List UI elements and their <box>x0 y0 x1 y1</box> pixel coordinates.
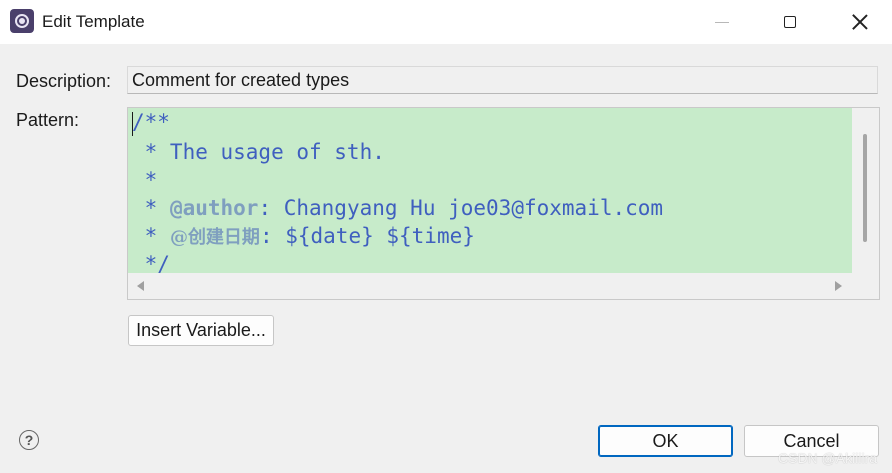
close-icon <box>852 14 868 30</box>
pattern-editor[interactable]: /** * The usage of sth. * * @author: Cha… <box>127 107 880 300</box>
pattern-line: /** <box>132 108 170 136</box>
maximize-icon <box>784 16 796 28</box>
minimize-button[interactable] <box>692 0 752 44</box>
watermark: CSDN @Akiiiira <box>778 450 877 466</box>
pattern-line-text: * <box>132 196 170 220</box>
text-caret <box>132 112 133 136</box>
pattern-line-text: * <box>132 168 158 192</box>
description-label: Description: <box>16 71 112 91</box>
window-title: Edit Template <box>42 12 145 31</box>
pattern-line-text: * <box>132 224 170 248</box>
pattern-line-text: * The usage of sth. <box>132 140 385 164</box>
javadoc-tag: @author <box>169 196 259 220</box>
ok-button[interactable]: OK <box>598 425 733 457</box>
close-button[interactable] <box>830 0 890 44</box>
pattern-line-text: : Changyang Hu joe03@foxmail.com <box>258 196 664 220</box>
pattern-line-text: */ <box>132 252 170 273</box>
help-icon[interactable]: ? <box>19 430 39 450</box>
pattern-text-area[interactable]: /** * The usage of sth. * * @author: Cha… <box>128 108 852 273</box>
pattern-label: Pattern: <box>16 110 80 130</box>
pattern-line: * @创建日期: ${date} ${time} <box>132 222 475 252</box>
minimize-icon <box>715 21 729 23</box>
maximize-button[interactable] <box>760 0 820 44</box>
pattern-line: */ <box>132 250 170 273</box>
scroll-right-arrow-icon[interactable] <box>835 281 842 291</box>
pattern-line-text: /** <box>132 110 170 134</box>
javadoc-tag: @创建日期 <box>169 227 260 248</box>
vertical-scroll-thumb[interactable] <box>863 134 867 242</box>
description-field[interactable]: Comment for created types <box>127 66 878 94</box>
eclipse-app-icon <box>10 9 34 33</box>
horizontal-scrollbar[interactable] <box>128 273 852 299</box>
pattern-line: * <box>132 166 158 194</box>
pattern-line-text: : ${date} ${time} <box>259 224 475 248</box>
pattern-line: * The usage of sth. <box>132 138 385 166</box>
vertical-scrollbar[interactable] <box>852 108 879 273</box>
scroll-left-arrow-icon[interactable] <box>137 281 144 291</box>
insert-variable-button[interactable]: Insert Variable... <box>128 315 274 346</box>
title-bar: Edit Template <box>0 0 892 44</box>
pattern-line: * @author: Changyang Hu joe03@foxmail.co… <box>132 194 663 222</box>
